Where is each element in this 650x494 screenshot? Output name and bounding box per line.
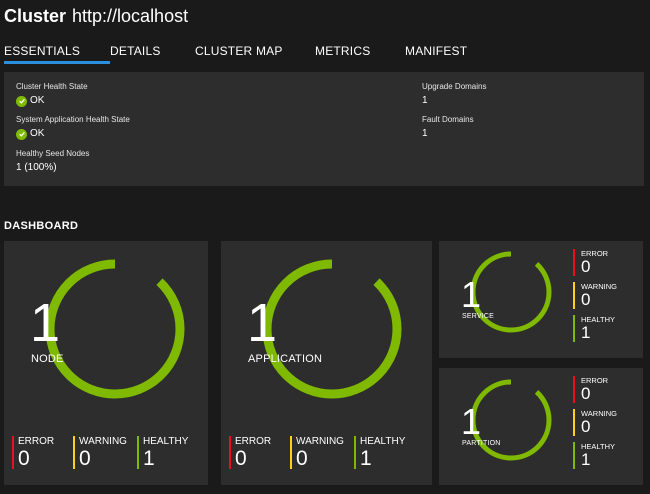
page-header: Cluster http://localhost xyxy=(4,6,188,32)
application-error-stat: ERROR 0 xyxy=(229,436,271,470)
service-health-ring xyxy=(470,251,552,333)
fault-domains-label: Fault Domains xyxy=(422,115,474,124)
node-health-ring xyxy=(45,259,185,399)
partition-healthy-count: 1 xyxy=(581,450,591,469)
dashboard-title: DASHBOARD xyxy=(4,220,79,232)
service-healthy-count: 1 xyxy=(581,323,591,342)
tab-details[interactable]: DETAILS xyxy=(110,44,195,66)
cluster-health-label: Cluster Health State xyxy=(16,82,88,91)
system-app-health-state: System Application Health State OK xyxy=(16,115,130,141)
application-healthy-stat: HEALTHY 1 xyxy=(354,436,405,470)
upgrade-domains-label: Upgrade Domains xyxy=(422,82,487,91)
application-warning-stat: WARNING 0 xyxy=(290,436,344,470)
node-label: NODE xyxy=(31,353,64,365)
ok-check-icon xyxy=(16,128,27,140)
tab-metrics[interactable]: METRICS xyxy=(315,44,405,66)
system-app-health-value: OK xyxy=(30,128,45,139)
service-label: SERVICE xyxy=(462,313,495,320)
node-error-stat: ERROR 0 xyxy=(12,436,54,470)
application-healthy-count: 1 xyxy=(360,447,372,470)
partition-label: PARTITION xyxy=(462,440,501,447)
tab-manifest[interactable]: MANIFEST xyxy=(405,44,485,66)
cluster-url: http://localhost xyxy=(72,6,189,26)
node-count: 1 xyxy=(30,293,61,353)
tab-cluster-map[interactable]: CLUSTER MAP xyxy=(195,44,315,66)
application-error-count: 0 xyxy=(235,447,247,470)
tab-bar: ESSENTIALS DETAILS CLUSTER MAP METRICS M… xyxy=(4,44,485,66)
service-healthy-stat: HEALTHY 1 xyxy=(573,315,615,342)
tab-essentials[interactable]: ESSENTIALS xyxy=(4,44,110,66)
partition-error-count: 0 xyxy=(581,384,591,403)
application-health-ring xyxy=(262,259,402,399)
partition-card[interactable]: 1 PARTITION ERROR 0 WARNING 0 HEALTHY 1 xyxy=(439,368,643,485)
system-app-health-label: System Application Health State xyxy=(16,115,130,124)
fault-domains: Fault Domains 1 xyxy=(422,115,474,141)
fault-domains-value: 1 xyxy=(422,128,428,139)
service-card[interactable]: 1 SERVICE ERROR 0 WARNING 0 HEALTHY 1 xyxy=(439,241,643,358)
cluster-health-state: Cluster Health State OK xyxy=(16,82,88,108)
cluster-health-value: OK xyxy=(30,95,45,106)
partition-count: 1 xyxy=(461,401,482,442)
node-warning-stat: WARNING 0 xyxy=(73,436,127,470)
partition-health-ring xyxy=(470,379,552,461)
service-count: 1 xyxy=(461,274,482,315)
partition-warning-count: 0 xyxy=(581,417,591,436)
application-label: APPLICATION xyxy=(248,353,323,365)
node-card[interactable]: 1 NODE ERROR 0 WARNING 0 HEALTHY 1 xyxy=(4,241,208,485)
node-error-count: 0 xyxy=(18,447,30,470)
ok-check-icon xyxy=(16,95,27,107)
upgrade-domains: Upgrade Domains 1 xyxy=(422,82,486,108)
partition-warning-stat: WARNING 0 xyxy=(573,409,617,436)
service-warning-stat: WARNING 0 xyxy=(573,282,617,309)
service-error-count: 0 xyxy=(581,257,591,276)
essentials-panel: Cluster Health State OK System Applicati… xyxy=(4,72,644,186)
node-healthy-stat: HEALTHY 1 xyxy=(137,436,188,470)
healthy-seed-nodes: Healthy Seed Nodes 1 (100%) xyxy=(16,149,89,175)
application-card[interactable]: 1 APPLICATION ERROR 0 WARNING 0 HEALTHY … xyxy=(221,241,432,485)
seed-nodes-label: Healthy Seed Nodes xyxy=(16,149,90,158)
page-title: Cluster xyxy=(4,6,67,26)
application-count: 1 xyxy=(247,293,278,353)
node-healthy-count: 1 xyxy=(143,447,155,470)
upgrade-domains-value: 1 xyxy=(422,95,428,106)
service-warning-count: 0 xyxy=(581,290,591,309)
application-warning-count: 0 xyxy=(296,447,308,470)
node-warning-count: 0 xyxy=(79,447,91,470)
seed-nodes-value: 1 (100%) xyxy=(16,162,57,173)
partition-healthy-stat: HEALTHY 1 xyxy=(573,442,615,469)
partition-error-stat: ERROR 0 xyxy=(573,376,608,403)
service-error-stat: ERROR 0 xyxy=(573,249,608,276)
